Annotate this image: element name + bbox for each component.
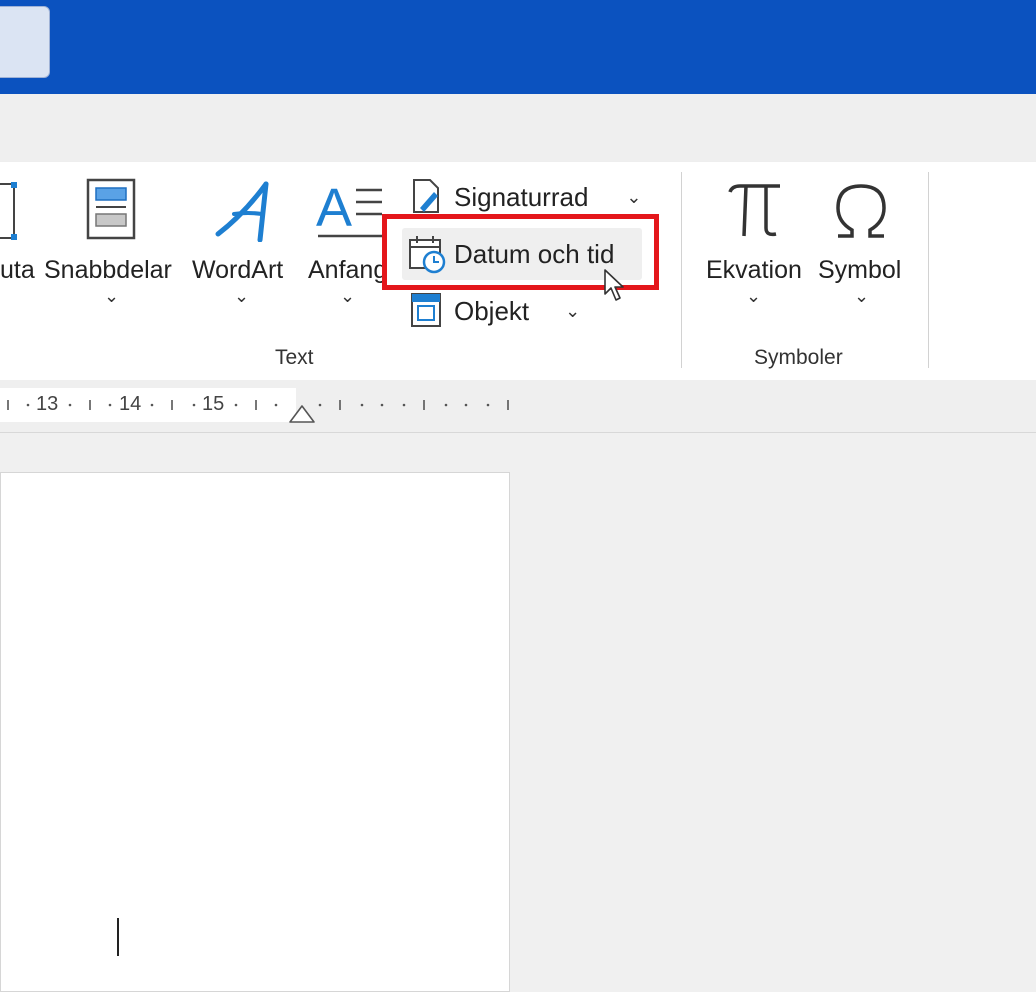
equation-chevron-down-icon: ⌄	[746, 286, 762, 306]
ruler-number: 13	[36, 393, 59, 415]
text-caret	[117, 918, 119, 956]
pi-icon	[728, 184, 780, 237]
equation-button[interactable]: Ekvation ⌄	[704, 174, 808, 324]
object-chevron-down-icon[interactable]: ⌄	[565, 301, 580, 322]
ruler-number: 14	[119, 393, 142, 415]
group-separator	[681, 172, 682, 368]
right-indent-marker-icon[interactable]	[288, 402, 316, 424]
quick-parts-icon	[86, 178, 136, 240]
textbox-icon	[0, 182, 22, 247]
mouse-cursor-icon	[604, 269, 624, 301]
signature-line-chevron-down-icon[interactable]: ⌄	[626, 187, 641, 208]
svg-text:A: A	[316, 180, 352, 238]
symbol-label: Symbol	[818, 256, 902, 284]
drop-cap-button[interactable]: A Anfang ⌄	[306, 174, 388, 324]
object-label: Objekt	[454, 295, 530, 326]
signature-line-label: Signaturrad	[454, 181, 589, 212]
object-button[interactable]: Objekt ⌄	[410, 288, 610, 334]
text-group-label: Text	[275, 346, 314, 369]
wordart-label: WordArt	[192, 256, 284, 284]
wordart-chevron-down-icon: ⌄	[234, 286, 250, 306]
omega-icon	[836, 184, 886, 238]
title-bar	[0, 0, 1036, 94]
quick-parts-button[interactable]: Snabbdelar ⌄	[44, 174, 180, 324]
quick-parts-label: Snabbdelar	[44, 256, 172, 284]
quick-parts-chevron-down-icon: ⌄	[104, 286, 120, 306]
drop-cap-chevron-down-icon: ⌄	[340, 286, 356, 306]
ruler-ticks	[7, 400, 509, 410]
wordart-icon	[215, 181, 269, 242]
title-bar-button[interactable]	[0, 6, 50, 78]
ruler-number: 15	[202, 393, 225, 415]
ribbon-tab-row	[0, 94, 1036, 162]
drop-cap-label: Anfang	[308, 256, 388, 284]
signature-line-icon	[413, 179, 439, 213]
symbols-group-label: Symboler	[754, 346, 843, 369]
document-page[interactable]	[0, 472, 510, 992]
wordart-button[interactable]: WordArt ⌄	[192, 174, 296, 324]
symbol-button[interactable]: Symbol ⌄	[816, 174, 912, 324]
object-icon	[411, 293, 441, 327]
symbol-chevron-down-icon: ⌄	[854, 286, 870, 306]
equation-label: Ekvation	[706, 256, 802, 284]
textbox-button-label[interactable]: uta	[0, 256, 35, 285]
drop-cap-icon: A	[316, 180, 382, 238]
group-separator	[928, 172, 929, 368]
